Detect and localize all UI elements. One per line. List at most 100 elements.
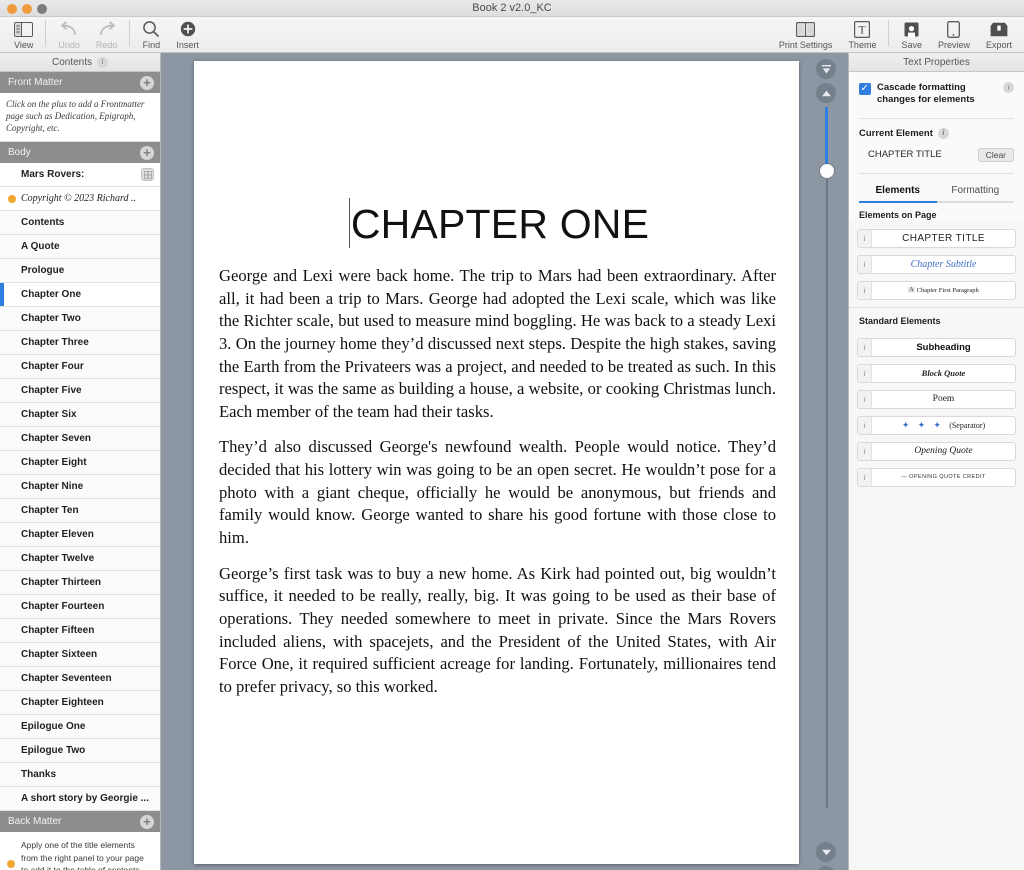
preview-button[interactable]: Preview [930, 17, 978, 50]
scroll-thumb[interactable] [819, 164, 834, 178]
element-button-label: Opening Quote [914, 446, 973, 457]
go-to-first-page-button[interactable] [816, 59, 836, 79]
cascade-formatting-row[interactable]: Cascade formatting changes for elements … [859, 82, 1014, 107]
toc-item[interactable]: Chapter Five [0, 379, 160, 404]
toc-item[interactable]: A Quote [0, 235, 160, 260]
view-button-label: View [14, 40, 34, 50]
add-back-matter-button[interactable]: + [140, 814, 154, 829]
element-button[interactable]: i Opening Quote [857, 441, 1016, 461]
toc-item[interactable]: Chapter Eighteen [0, 691, 160, 716]
toc-item[interactable]: Chapter Seven [0, 427, 160, 452]
insert-button[interactable]: Insert [168, 17, 207, 50]
toc-item[interactable]: Chapter Three [0, 331, 160, 356]
element-button[interactable]: i A Chapter First Paragraph [857, 280, 1016, 300]
element-button-label-wrap: Subheading [872, 339, 1015, 356]
book-title-row[interactable]: Mars Rovers: [0, 163, 160, 188]
toc-item[interactable]: Prologue [0, 259, 160, 284]
document-paragraph[interactable]: George’s first task was to buy a new hom… [219, 563, 776, 699]
find-button-label: Find [142, 40, 161, 50]
save-icon [904, 19, 919, 39]
element-info-icon[interactable]: i [858, 229, 872, 247]
toc-item[interactable]: Chapter Eight [0, 451, 160, 476]
element-info-icon[interactable]: i [858, 468, 872, 486]
app-window: Book 2 v2.0_KC View Undo Redo Find Inser… [0, 0, 1024, 870]
current-element-info-icon[interactable]: i [937, 127, 949, 139]
document-paragraph[interactable]: George and Lexi were back home. The trip… [219, 265, 776, 423]
toc-item[interactable]: Chapter Nine [0, 475, 160, 500]
toc-item-label: Chapter Ten [21, 505, 79, 517]
undo-button[interactable]: Undo [50, 17, 88, 50]
document-page[interactable]: CHAPTER ONE George and Lexi were back ho… [194, 61, 799, 864]
element-button-label-wrap: Opening Quote [872, 443, 1015, 460]
element-button[interactable]: i Block Quote [857, 363, 1016, 383]
element-button[interactable]: i Chapter Subtitle [857, 254, 1016, 274]
element-info-icon[interactable]: i [858, 255, 872, 273]
toc-item[interactable]: Epilogue Two [0, 739, 160, 764]
document-body-text[interactable]: George and Lexi were back home. The trip… [219, 265, 776, 712]
element-button-label-wrap: ✦ ✦ ✦ (Separator) [872, 417, 1015, 434]
element-button-label: Block Quote [921, 368, 966, 379]
next-page-button[interactable] [816, 842, 836, 862]
toc-item[interactable]: Contents [0, 211, 160, 236]
toc-item[interactable]: Chapter Six [0, 403, 160, 428]
find-button[interactable]: Find [134, 17, 168, 50]
toc-item[interactable]: Chapter Twelve [0, 547, 160, 572]
scroll-progress-indicator [825, 107, 828, 167]
toc-item[interactable]: Thanks [0, 763, 160, 788]
redo-button[interactable]: Redo [88, 17, 126, 50]
toc-item[interactable]: Chapter Ten [0, 499, 160, 524]
contents-header: Contents i [0, 53, 160, 72]
toc-item[interactable]: Chapter Two [0, 307, 160, 332]
window-titlebar: Book 2 v2.0_KC [0, 0, 1024, 17]
view-button[interactable]: View [6, 17, 41, 50]
tab-elements[interactable]: Elements [859, 185, 937, 201]
footer-note-text: Apply one of the title elements from the… [21, 840, 144, 870]
element-button[interactable]: i CHAPTER TITLE [857, 228, 1016, 248]
clear-element-button[interactable]: Clear [977, 147, 1014, 162]
element-button-label: A Chapter First Paragraph [908, 286, 979, 294]
view-icon [14, 19, 34, 39]
cascade-info-icon[interactable]: i [1003, 82, 1014, 93]
previous-page-button[interactable] [816, 83, 836, 103]
element-info-icon[interactable]: i [858, 416, 872, 434]
element-button[interactable]: i Poem [857, 389, 1016, 409]
chapter-title-heading[interactable]: CHAPTER ONE [219, 198, 779, 248]
element-info-icon[interactable]: i [858, 281, 872, 299]
toc-item-label: Chapter Fifteen [21, 625, 95, 637]
copyright-row[interactable]: Copyright © 2023 Richard .. [0, 187, 160, 212]
toc-item[interactable]: Chapter Thirteen [0, 571, 160, 596]
theme-button[interactable]: T Theme [840, 17, 884, 50]
book-title-label: Mars Rovers: [21, 169, 85, 181]
toc-item[interactable]: Chapter One [0, 283, 160, 308]
main-toolbar: View Undo Redo Find Insert Print Setting… [0, 17, 1024, 53]
element-info-icon[interactable]: i [858, 390, 872, 408]
toc-item[interactable]: Chapter Sixteen [0, 643, 160, 668]
toc-item[interactable]: Chapter Eleven [0, 523, 160, 548]
cascade-formatting-checkbox[interactable] [859, 82, 871, 96]
toc-item[interactable]: Chapter Seventeen [0, 667, 160, 692]
element-button[interactable]: i Subheading [857, 337, 1016, 357]
save-button[interactable]: Save [893, 17, 930, 50]
toc-item[interactable]: Chapter Four [0, 355, 160, 380]
document-paragraph[interactable]: They’d also discussed George's newfound … [219, 436, 776, 549]
element-info-icon[interactable]: i [858, 338, 872, 356]
toc-item[interactable]: Epilogue One [0, 715, 160, 740]
element-info-icon[interactable]: i [858, 364, 872, 382]
go-to-last-page-button[interactable] [816, 866, 836, 870]
toc-item[interactable]: A short story by Georgie ... [0, 787, 160, 812]
tab-formatting[interactable]: Formatting [937, 185, 1015, 201]
add-front-matter-button[interactable]: + [140, 75, 154, 90]
toc-item[interactable]: Chapter Fifteen [0, 619, 160, 644]
info-icon[interactable]: i [97, 56, 109, 68]
export-button[interactable]: Export [978, 17, 1020, 50]
grid-view-icon[interactable] [141, 168, 154, 182]
element-info-icon[interactable]: i [858, 442, 872, 460]
element-button[interactable]: i — OPENING QUOTE CREDIT [857, 467, 1016, 487]
print-settings-button[interactable]: Print Settings [771, 17, 841, 50]
add-body-page-button[interactable]: + [140, 145, 154, 160]
scroll-track[interactable] [825, 179, 828, 808]
toc-item[interactable]: Chapter Fourteen [0, 595, 160, 620]
document-canvas[interactable]: CHAPTER ONE George and Lexi were back ho… [161, 53, 848, 870]
insert-button-label: Insert [176, 40, 199, 50]
element-button[interactable]: i ✦ ✦ ✦ (Separator) [857, 415, 1016, 435]
